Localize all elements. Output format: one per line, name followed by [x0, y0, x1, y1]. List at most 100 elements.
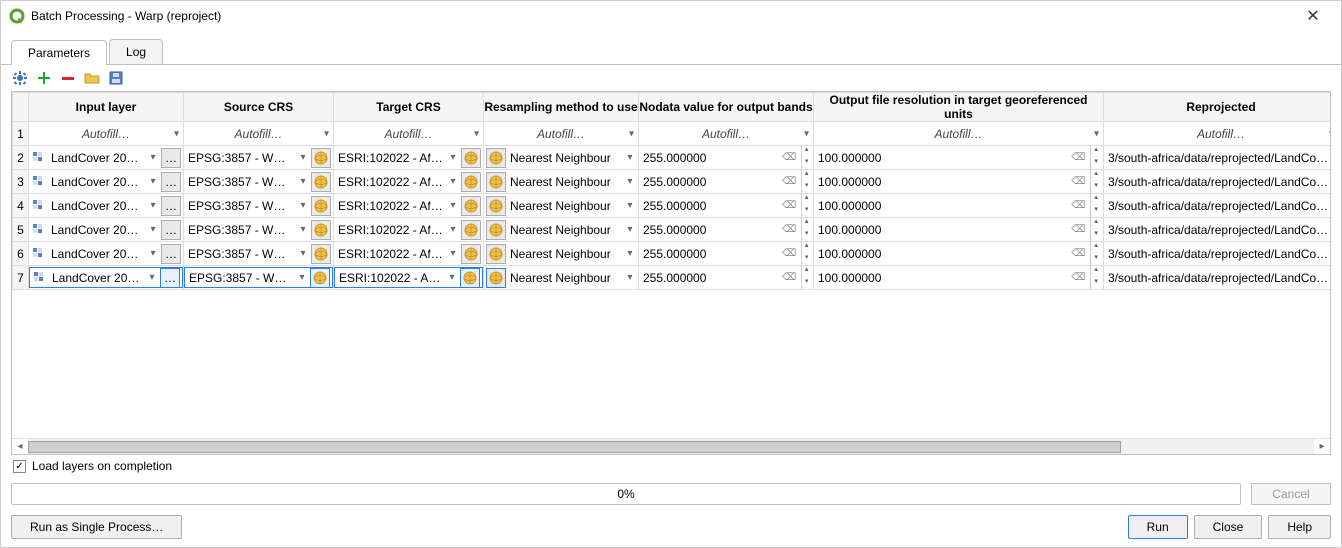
target-crs-cell[interactable]: ESRI:102022 - Afri…▾	[334, 242, 483, 265]
source-crs-select-button[interactable]	[311, 172, 331, 192]
header-resampling[interactable]: Resampling method to use	[484, 93, 639, 122]
source-crs-cell[interactable]: EPSG:3857 - WGS…▾	[184, 170, 333, 193]
resampling-cell[interactable]: Nearest Neighbour▾	[484, 194, 638, 217]
tab-log[interactable]: Log	[109, 39, 163, 64]
clear-icon[interactable]: ⌫	[779, 176, 799, 187]
input-layer-browse-button[interactable]: …	[161, 148, 181, 168]
input-layer-cell[interactable]: LandCover 20…▾…	[29, 267, 183, 288]
source-crs-cell[interactable]: EPSG:3857 - WGS…▾	[184, 146, 333, 169]
nodata-spinner[interactable]: ▴▾	[801, 266, 811, 289]
resampling-config-button[interactable]	[486, 196, 506, 216]
spin-up-icon[interactable]: ▴	[802, 242, 811, 254]
header-reprojected[interactable]: Reprojected	[1104, 93, 1331, 122]
resolution-spinner[interactable]: ▴▾	[1090, 170, 1101, 193]
resampling-cell[interactable]: Nearest Neighbour▾	[484, 266, 638, 289]
clear-icon[interactable]: ⌫	[1068, 248, 1088, 259]
nodata-cell[interactable]: ⌫▴▾	[639, 218, 813, 241]
close-button[interactable]: Close	[1194, 515, 1263, 539]
spin-down-icon[interactable]: ▾	[1091, 254, 1101, 266]
help-button[interactable]: Help	[1268, 515, 1331, 539]
nodata-cell[interactable]: ⌫▴▾	[639, 146, 813, 169]
spin-down-icon[interactable]: ▾	[1091, 158, 1101, 170]
nodata-input[interactable]	[641, 222, 777, 238]
input-layer-cell[interactable]: LandCover 20…▾…	[29, 170, 183, 193]
input-layer-browse-button[interactable]: …	[161, 196, 181, 216]
batch-table-scroll[interactable]: Input layer Source CRS Target CRS Resamp…	[12, 92, 1330, 438]
spin-down-icon[interactable]: ▾	[802, 254, 811, 266]
target-crs-select-button[interactable]	[461, 220, 481, 240]
clear-icon[interactable]: ⌫	[1068, 200, 1088, 211]
target-crs-cell[interactable]: ESRI:102022 - Afri…▾	[334, 218, 483, 241]
nodata-input[interactable]	[641, 246, 777, 262]
autofill-reprojected[interactable]: Autofill…▾	[1104, 122, 1331, 146]
clear-icon[interactable]: ⌫	[1068, 152, 1088, 163]
scroll-right-button[interactable]: ▸	[1314, 441, 1330, 452]
resolution-input[interactable]	[816, 222, 1066, 238]
nodata-cell[interactable]: ⌫▴▾	[639, 194, 813, 217]
source-crs-select-button[interactable]	[311, 220, 331, 240]
input-layer-cell[interactable]: LandCover 20…▾…	[29, 218, 183, 241]
source-crs-select-button[interactable]	[311, 244, 331, 264]
target-crs-select-button[interactable]	[461, 172, 481, 192]
resolution-cell[interactable]: ⌫▴▾	[814, 194, 1103, 217]
spin-down-icon[interactable]: ▾	[1091, 230, 1101, 242]
resampling-config-button[interactable]	[486, 148, 506, 168]
target-crs-cell[interactable]: ESRI:102022 - Afri…▾	[334, 267, 483, 288]
spin-up-icon[interactable]: ▴	[802, 194, 811, 206]
scroll-left-button[interactable]: ◂	[12, 441, 28, 452]
nodata-spinner[interactable]: ▴▾	[801, 194, 811, 217]
spin-down-icon[interactable]: ▾	[802, 158, 811, 170]
spin-up-icon[interactable]: ▴	[1091, 242, 1101, 254]
spin-up-icon[interactable]: ▴	[802, 218, 811, 230]
reprojected-cell[interactable]: 3/south-africa/data/reprojected/LandCove…	[1104, 146, 1330, 169]
spin-down-icon[interactable]: ▾	[1091, 278, 1101, 290]
target-crs-select-button[interactable]	[461, 148, 481, 168]
resolution-spinner[interactable]: ▴▾	[1090, 146, 1101, 169]
reprojected-cell[interactable]: 3/south-africa/data/reprojected/LandCove…	[1104, 266, 1330, 289]
clear-icon[interactable]: ⌫	[779, 272, 799, 283]
reprojected-cell[interactable]: 3/south-africa/data/reprojected/LandCove…	[1104, 194, 1330, 217]
tab-parameters[interactable]: Parameters	[11, 40, 107, 65]
header-input-layer[interactable]: Input layer	[29, 93, 184, 122]
header-source-crs[interactable]: Source CRS	[184, 93, 334, 122]
spin-up-icon[interactable]: ▴	[1091, 170, 1101, 182]
resolution-input[interactable]	[816, 198, 1066, 214]
nodata-spinner[interactable]: ▴▾	[801, 218, 811, 241]
resolution-input[interactable]	[816, 246, 1066, 262]
target-crs-select-button[interactable]	[460, 268, 480, 288]
save-button[interactable]	[107, 69, 125, 87]
spin-up-icon[interactable]: ▴	[1091, 218, 1101, 230]
resolution-input[interactable]	[816, 174, 1066, 190]
add-row-button[interactable]	[35, 69, 53, 87]
spin-up-icon[interactable]: ▴	[802, 146, 811, 158]
nodata-cell[interactable]: ⌫▴▾	[639, 170, 813, 193]
nodata-spinner[interactable]: ▴▾	[801, 146, 811, 169]
resolution-cell[interactable]: ⌫▴▾	[814, 218, 1103, 241]
open-button[interactable]	[83, 69, 101, 87]
clear-icon[interactable]: ⌫	[779, 152, 799, 163]
nodata-input[interactable]	[641, 174, 777, 190]
resolution-spinner[interactable]: ▴▾	[1090, 218, 1101, 241]
spin-down-icon[interactable]: ▾	[802, 278, 811, 290]
reprojected-cell[interactable]: 3/south-africa/data/reprojected/LandCove…	[1104, 242, 1330, 265]
source-crs-cell[interactable]: EPSG:3857 - WGS…▾	[184, 218, 333, 241]
spin-up-icon[interactable]: ▴	[1091, 194, 1101, 206]
resampling-config-button[interactable]	[486, 244, 506, 264]
nodata-cell[interactable]: ⌫▴▾	[639, 266, 813, 289]
resolution-cell[interactable]: ⌫▴▾	[814, 146, 1103, 169]
target-crs-cell[interactable]: ESRI:102022 - Afri…▾	[334, 146, 483, 169]
spin-up-icon[interactable]: ▴	[1091, 146, 1101, 158]
resampling-config-button[interactable]	[486, 172, 506, 192]
resampling-cell[interactable]: Nearest Neighbour▾	[484, 242, 638, 265]
source-crs-cell[interactable]: EPSG:3857 - WGS…▾	[184, 194, 333, 217]
autofill-input-layer[interactable]: Autofill…▾	[29, 122, 184, 146]
autofill-nodata[interactable]: Autofill…▾	[639, 122, 814, 146]
source-crs-cell[interactable]: EPSG:3857 - WGS…▾	[184, 242, 333, 265]
resampling-cell[interactable]: Nearest Neighbour▾	[484, 146, 638, 169]
resolution-cell[interactable]: ⌫▴▾	[814, 242, 1103, 265]
resolution-input[interactable]	[816, 150, 1066, 166]
autofill-resampling[interactable]: Autofill…▾	[484, 122, 639, 146]
horizontal-scrollbar[interactable]: ◂ ▸	[12, 438, 1330, 454]
input-layer-cell[interactable]: LandCover 20…▾…	[29, 194, 183, 217]
resampling-config-button[interactable]	[486, 268, 506, 288]
